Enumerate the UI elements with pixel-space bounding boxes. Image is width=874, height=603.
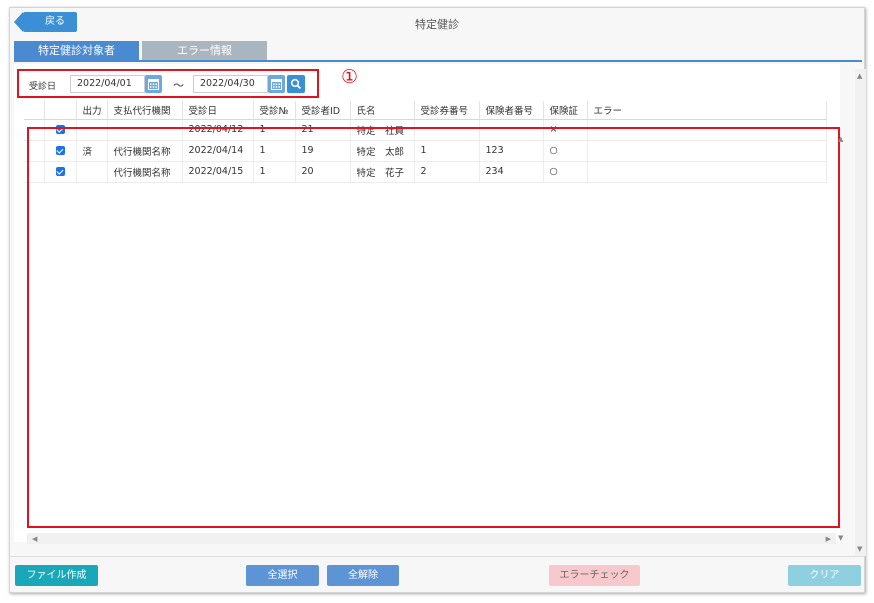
column-header-insurer[interactable]: 保険者番号 [479, 101, 544, 120]
create-file-button[interactable]: ファイル作成 [15, 565, 98, 586]
calendar-icon[interactable] [145, 75, 162, 93]
column-header-select[interactable] [44, 101, 77, 120]
scroll-up-icon[interactable]: ▲ [838, 135, 843, 143]
tab-error-info[interactable]: エラー情報 [142, 41, 267, 61]
title-bar: 戻る 特定健診 [10, 8, 864, 38]
highlight-frame [27, 127, 840, 528]
search-button[interactable] [287, 75, 305, 93]
scroll-left-icon[interactable]: ◀ [32, 535, 37, 543]
search-icon [290, 78, 302, 90]
clear-button[interactable]: クリア [788, 565, 861, 586]
column-header-error[interactable]: エラー [587, 101, 827, 120]
search-area: 受診日 2022/04/01 ～ 2022/04/30 [17, 69, 319, 98]
column-header-agency[interactable]: 支払代行機関 [107, 101, 183, 120]
column-header-id[interactable]: 受診者ID [295, 101, 351, 120]
column-header-card[interactable]: 保険証 [543, 101, 588, 120]
page-title: 特定健診 [415, 18, 459, 31]
column-header-date[interactable]: 受診日 [182, 101, 254, 120]
scroll-down-icon[interactable]: ▼ [838, 534, 843, 542]
column-header-no[interactable]: 受診№ [253, 101, 296, 120]
page-vertical-scrollbar[interactable]: ▲ ▼ [855, 69, 866, 556]
column-header [24, 101, 45, 120]
date-from-input[interactable]: 2022/04/01 [70, 75, 145, 93]
calendar-icon[interactable] [268, 75, 285, 93]
column-header-ticket[interactable]: 受診券番号 [414, 101, 480, 120]
search-date-label: 受診日 [29, 82, 57, 92]
tab-underline [14, 60, 862, 62]
horizontal-scrollbar[interactable]: ◀ ▶ [27, 533, 836, 544]
select-all-button[interactable]: 全選択 [246, 565, 319, 586]
column-header-output[interactable]: 出力 [76, 101, 108, 120]
scroll-up-icon[interactable]: ▲ [857, 72, 862, 80]
table-header-row: 出力 支払代行機関 受診日 受診№ 受診者ID 氏名 受診券番号 保険者番号 保… [24, 101, 827, 120]
table-vertical-scrollbar[interactable]: ▲ ▼ [836, 132, 846, 544]
column-header-name[interactable]: 氏名 [350, 101, 415, 120]
app-window: 戻る 特定健診 特定健診対象者 エラー情報 受診日 2022/04/01 ～ 2… [9, 7, 866, 593]
footer-divider [10, 556, 864, 557]
annotation-marker: ① [341, 66, 359, 88]
date-range-separator: ～ [173, 79, 184, 92]
scroll-down-icon[interactable]: ▼ [857, 545, 862, 553]
date-to-input[interactable]: 2022/04/30 [193, 75, 268, 93]
scroll-right-icon[interactable]: ▶ [826, 535, 831, 543]
tab-target-persons[interactable]: 特定健診対象者 [14, 41, 139, 61]
error-check-button[interactable]: エラーチェック [549, 565, 640, 586]
unselect-all-button[interactable]: 全解除 [327, 565, 399, 586]
